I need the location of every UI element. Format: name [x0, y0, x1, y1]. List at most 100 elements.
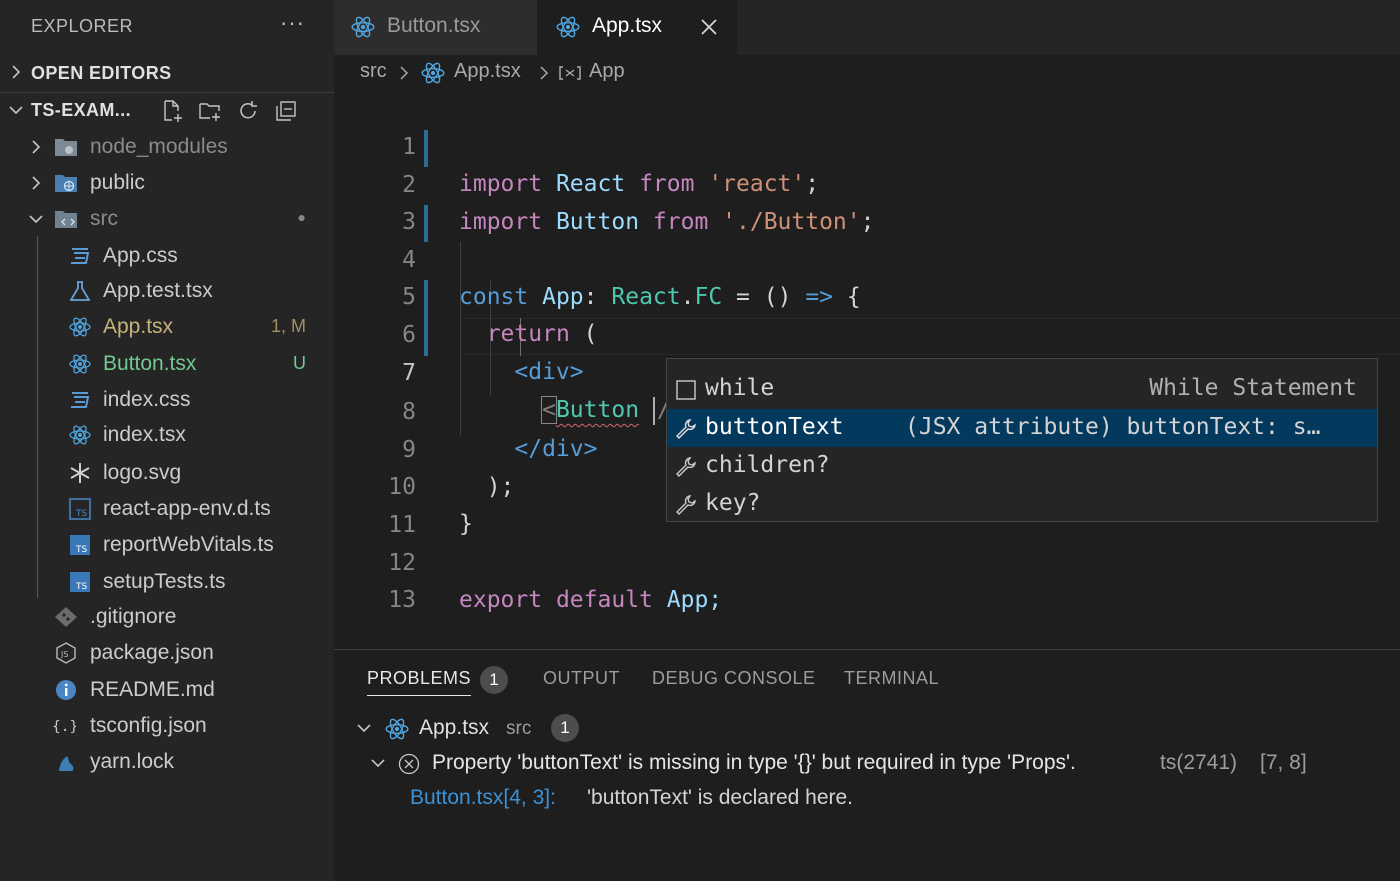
- chevron-right-icon: [12, 65, 21, 79]
- json-braces-icon: {.}: [52, 718, 76, 735]
- tree-item-index-tsx[interactable]: index.tsx: [0, 417, 334, 453]
- tab-problems[interactable]: PROBLEMS: [367, 668, 472, 696]
- refresh-icon[interactable]: [236, 99, 260, 123]
- svg-text:TS: TS: [75, 545, 87, 555]
- tree-item-logo-svg[interactable]: logo.svg: [0, 455, 334, 491]
- file-name: src: [90, 207, 118, 230]
- chevron-right-icon: [400, 66, 409, 80]
- code-line: 6 <div>: [334, 280, 1400, 385]
- suggestion-key[interactable]: key?: [667, 485, 1377, 523]
- suggestion-label: children?: [705, 452, 830, 478]
- related-message: 'buttonText' is declared here.: [587, 786, 854, 809]
- problem-file-row[interactable]: App.tsx src 1: [354, 714, 954, 746]
- yarn-icon: [59, 756, 74, 771]
- tab-app-tsx[interactable]: App.tsx: [537, 0, 737, 55]
- breadcrumb-file[interactable]: App.tsx: [454, 60, 521, 83]
- snippet-icon: [676, 380, 696, 400]
- chevron-down-icon: [371, 759, 385, 768]
- related-location-link[interactable]: Button.tsx[4, 3]:: [410, 786, 556, 810]
- tree-item-readme[interactable]: README.md: [0, 672, 334, 708]
- breadcrumb-symbol[interactable]: App: [589, 60, 625, 83]
- close-icon[interactable]: [699, 17, 719, 37]
- code-line: 1 import React from 'react';: [334, 92, 1400, 197]
- chevron-down-icon: [357, 724, 371, 733]
- tree-item-app-tsx[interactable]: App.tsx 1, M: [0, 309, 334, 345]
- tree-item-react-app-env[interactable]: TS react-app-env.d.ts: [0, 491, 334, 527]
- problems-count-badge: 1: [480, 666, 508, 694]
- tree-item-node-modules[interactable]: node_modules: [0, 129, 334, 165]
- problem-message: Property 'buttonText' is missing in type…: [432, 751, 1076, 774]
- code-line: 5 return (: [334, 242, 1400, 347]
- tab-label: Button.tsx: [387, 14, 481, 37]
- file-name: yarn.lock: [90, 750, 175, 773]
- file-name: App.css: [103, 244, 178, 267]
- tree-item-package-json[interactable]: JS package.json: [0, 635, 334, 671]
- file-name: README.md: [90, 678, 215, 701]
- react-icon: [385, 718, 409, 740]
- git-icon: [55, 607, 77, 627]
- file-name: reportWebVitals.ts: [103, 533, 274, 556]
- tree-item-report-web-vitals[interactable]: TS reportWebVitals.ts: [0, 527, 334, 563]
- code-line: 13: [334, 545, 1400, 613]
- problem-error-row[interactable]: Property 'buttonText' is missing in type…: [368, 749, 1398, 781]
- more-actions-icon[interactable]: ···: [280, 10, 305, 36]
- open-editors-section[interactable]: OPEN EDITORS: [0, 55, 334, 91]
- tree-item-app-css[interactable]: App.css: [0, 238, 334, 274]
- problem-position: [7, 8]: [1260, 751, 1307, 774]
- file-name: react-app-env.d.ts: [103, 497, 271, 520]
- new-file-icon[interactable]: [160, 99, 184, 123]
- css-icon: [71, 392, 90, 408]
- tab-button-tsx[interactable]: Button.tsx: [334, 0, 537, 55]
- react-icon: [421, 62, 445, 84]
- tree-item-app-test[interactable]: App.test.tsx: [0, 273, 334, 309]
- suggestion-label: key?: [705, 490, 761, 516]
- problem-file-name: App.tsx: [419, 716, 490, 739]
- wrench-icon: [676, 495, 696, 515]
- file-name: setupTests.ts: [103, 570, 226, 593]
- react-icon: [351, 16, 375, 38]
- line-number: 13: [388, 587, 416, 613]
- tree-item-gitignore[interactable]: .gitignore: [0, 599, 334, 635]
- tab-label: App.tsx: [592, 14, 663, 37]
- tree-item-index-css[interactable]: index.css: [0, 382, 334, 418]
- bottom-panel: PROBLEMS 1 OUTPUT DEBUG CONSOLE TERMINAL…: [334, 649, 1400, 881]
- suggestion-label: buttonText: [705, 414, 844, 440]
- code-line-active: 7 <Button />: [334, 318, 1400, 425]
- explorer-title: EXPLORER: [31, 16, 134, 36]
- autocomplete-suggestions: while While Statement buttonText (JSX at…: [666, 358, 1378, 522]
- suggestion-button-text[interactable]: buttonText (JSX attribute) buttonText: s…: [667, 409, 1377, 447]
- tree-item-src[interactable]: src ●: [0, 201, 334, 237]
- js-icon: JS: [56, 642, 76, 664]
- ts-icon: TS: [70, 572, 90, 592]
- chevron-down-icon: [29, 215, 43, 224]
- tree-item-tsconfig[interactable]: {.} tsconfig.json: [0, 708, 334, 744]
- file-name: node_modules: [90, 135, 228, 158]
- tab-output[interactable]: OUTPUT: [543, 668, 620, 689]
- project-section[interactable]: TS-EXAM...: [0, 92, 334, 128]
- variable-symbol-icon: [559, 66, 581, 80]
- suggestion-detail: (JSX attribute) buttonText: s…: [905, 414, 1321, 440]
- suggestion-children[interactable]: children?: [667, 447, 1377, 485]
- chevron-right-icon: [32, 140, 41, 154]
- code-line: 2 import Button from './Button';: [334, 130, 1400, 235]
- new-folder-icon[interactable]: [198, 99, 222, 123]
- wrench-icon: [676, 419, 696, 439]
- file-name: tsconfig.json: [90, 714, 207, 737]
- chevron-down-icon: [9, 106, 23, 115]
- folder-node-icon: [55, 139, 77, 156]
- tree-item-setup-tests[interactable]: TS setupTests.ts: [0, 564, 334, 600]
- svg-text:TS: TS: [75, 509, 87, 519]
- tree-item-yarn-lock[interactable]: yarn.lock: [0, 744, 334, 780]
- suggestion-detail: While Statement: [1149, 375, 1357, 401]
- problem-related-row[interactable]: Button.tsx[4, 3]: 'buttonText' is declar…: [410, 784, 1310, 816]
- tab-terminal[interactable]: TERMINAL: [844, 668, 939, 689]
- file-name: App.test.tsx: [103, 279, 213, 302]
- css-icon: [71, 248, 90, 264]
- tree-item-button-tsx[interactable]: Button.tsx U: [0, 346, 334, 382]
- suggestion-while[interactable]: while While Statement: [667, 370, 1377, 408]
- breadcrumb-src[interactable]: src: [360, 60, 387, 83]
- react-icon: [69, 425, 91, 445]
- tab-debug-console[interactable]: DEBUG CONSOLE: [652, 668, 816, 689]
- tree-item-public[interactable]: public: [0, 165, 334, 201]
- collapse-all-icon[interactable]: [274, 99, 298, 123]
